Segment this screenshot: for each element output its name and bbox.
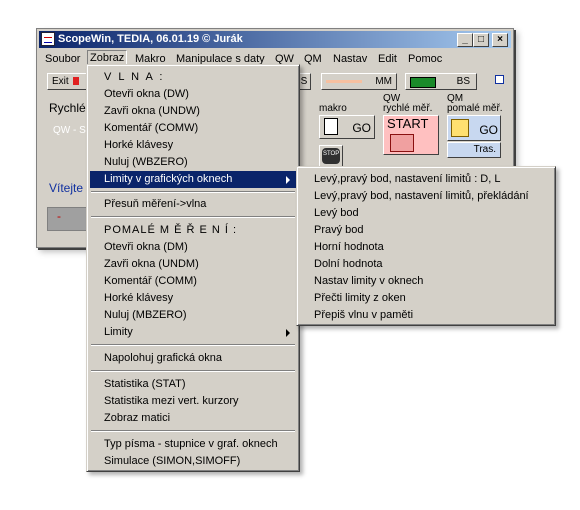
menu-item-komentar-comm[interactable]: Komentář (COMM) [90, 273, 296, 290]
stop-button[interactable]: STOP [319, 145, 343, 167]
wave-icon [451, 119, 469, 137]
submenu-arrow-icon [286, 176, 290, 184]
menu-item-zavri-undm[interactable]: Zavři okna (UNDM) [90, 256, 296, 273]
menu-item-limity-graf-label: Limity v grafických oknech [104, 173, 233, 185]
stop-label: STOP [323, 151, 340, 157]
exit-button[interactable]: Exit [47, 73, 89, 90]
qm-sublabel: pomalé měř. [447, 103, 503, 114]
menu-item-zavri-undw[interactable]: Zavři okna (UNDW) [90, 103, 296, 120]
menu-item-otevri-dm[interactable]: Otevři okna (DM) [90, 239, 296, 256]
checkbox-square[interactable] [495, 75, 504, 84]
menu-item-typ-pisma[interactable]: Typ písma - stupnice v graf. oknech [90, 436, 296, 453]
submenu-item-horni-hodnota[interactable]: Horní hodnota [300, 239, 552, 256]
menu-soubor[interactable]: Soubor [45, 51, 80, 67]
menu-item-horke-klavesy-w[interactable]: Horké klávesy [90, 137, 296, 154]
trasa-button[interactable]: Tras. [447, 142, 501, 158]
mm-label: MM [375, 76, 392, 87]
submenu-item-pravy-bod[interactable]: Pravý bod [300, 222, 552, 239]
menu-item-limity[interactable]: Limity [90, 324, 296, 341]
submenu-item-lp-dl[interactable]: Levý,pravý bod, nastavení limitů : D, L [300, 171, 552, 188]
menu-item-nuluj-wbzero[interactable]: Nuluj (WBZERO) [90, 154, 296, 171]
menu-item-statistika-kurzory[interactable]: Statistika mezi vert. kurzory [90, 393, 296, 410]
submenu-item-prepis-vlnu[interactable]: Přepiš vlnu v paměti [300, 307, 552, 324]
bs-label: BS [456, 76, 470, 87]
menu-item-statistika[interactable]: Statistika (STAT) [90, 376, 296, 393]
menu-item-otevri-dw[interactable]: Otevři okna (DW) [90, 86, 296, 103]
submenu-item-levy-bod[interactable]: Levý bod [300, 205, 552, 222]
menu-item-limity-label: Limity [104, 326, 133, 338]
menu-pomoc[interactable]: Pomoc [408, 51, 442, 67]
makro-go-button[interactable]: GO [319, 115, 375, 139]
menu-item-komentar-comw[interactable]: Komentář (COMW) [90, 120, 296, 137]
mm-button[interactable]: MM [321, 73, 397, 90]
maximize-button[interactable]: □ [473, 33, 489, 47]
qw-s-text: QW - S [53, 125, 86, 136]
start-label: START [387, 116, 429, 131]
submenu-item-nastav-limity[interactable]: Nastav limity v oknech [300, 273, 552, 290]
bs-graph-icon [410, 77, 436, 88]
close-button[interactable]: × [492, 33, 508, 47]
limity-submenu: Levý,pravý bod, nastavení limitů : D, L … [296, 166, 556, 326]
start-button[interactable]: START [383, 115, 439, 155]
document-icon [324, 118, 338, 135]
exit-label: Exit [52, 76, 69, 87]
window-title: ScopeWin, TEDIA, 06.01.19 © Jurák [58, 33, 243, 45]
makro-go-label: GO [352, 121, 371, 135]
minimize-button[interactable]: _ [457, 33, 473, 47]
menu-item-zobraz-matici[interactable]: Zobraz matici [90, 410, 296, 427]
menu-item-limity-graf[interactable]: Limity v grafických oknech [90, 171, 296, 188]
qm-go-label: GO [479, 123, 498, 137]
qm-go-button[interactable]: GO [447, 115, 501, 141]
mm-bar-icon [326, 80, 362, 83]
exit-icon [73, 77, 80, 86]
submenu-item-dolni-hodnota[interactable]: Dolní hodnota [300, 256, 552, 273]
menu-qm[interactable]: QM [304, 51, 322, 67]
menu-item-horke-klavesy-m[interactable]: Horké klávesy [90, 290, 296, 307]
qw-sublabel: rychlé měř. [383, 103, 433, 114]
trasa-label: Tras. [473, 144, 496, 155]
makro-label: makro [319, 103, 347, 114]
zobraz-menu: V L N A : Otevři okna (DW) Zavři okna (U… [86, 64, 300, 472]
menu-separator [91, 191, 295, 193]
waveform-icon [390, 134, 414, 152]
menu-separator [91, 430, 295, 432]
app-icon[interactable] [41, 32, 55, 46]
dash-text: - [57, 209, 61, 223]
submenu-item-prect-limity[interactable]: Přečti limity z oken [300, 290, 552, 307]
rychle-text: Rychlé [49, 101, 86, 115]
menu-nastav[interactable]: Nastav [333, 51, 367, 67]
menu-separator [91, 370, 295, 372]
menu-header-pomale: POMALÉ M Ě Ř E N Í : [104, 224, 238, 236]
menu-item-simulace[interactable]: Simulace (SIMON,SIMOFF) [90, 453, 296, 470]
vitejte-text: Vítejte [49, 181, 84, 195]
bs-button[interactable]: BS [405, 73, 477, 90]
menu-item-napolohuj[interactable]: Napolohuj grafická okna [90, 350, 296, 367]
menu-separator [91, 344, 295, 346]
submenu-arrow-icon [286, 329, 290, 337]
menu-edit[interactable]: Edit [378, 51, 397, 67]
menu-item-nuluj-mbzero[interactable]: Nuluj (MBZERO) [90, 307, 296, 324]
menu-item-presun[interactable]: Přesuň měření->vlna [90, 196, 296, 213]
title-bar[interactable]: ScopeWin, TEDIA, 06.01.19 © Jurák _ □ × [39, 31, 511, 48]
menu-header-vlna: V L N A : [104, 71, 165, 83]
menu-separator [91, 216, 295, 218]
submenu-item-lp-prekladani[interactable]: Levý,pravý bod, nastavení limitů, překlá… [300, 188, 552, 205]
